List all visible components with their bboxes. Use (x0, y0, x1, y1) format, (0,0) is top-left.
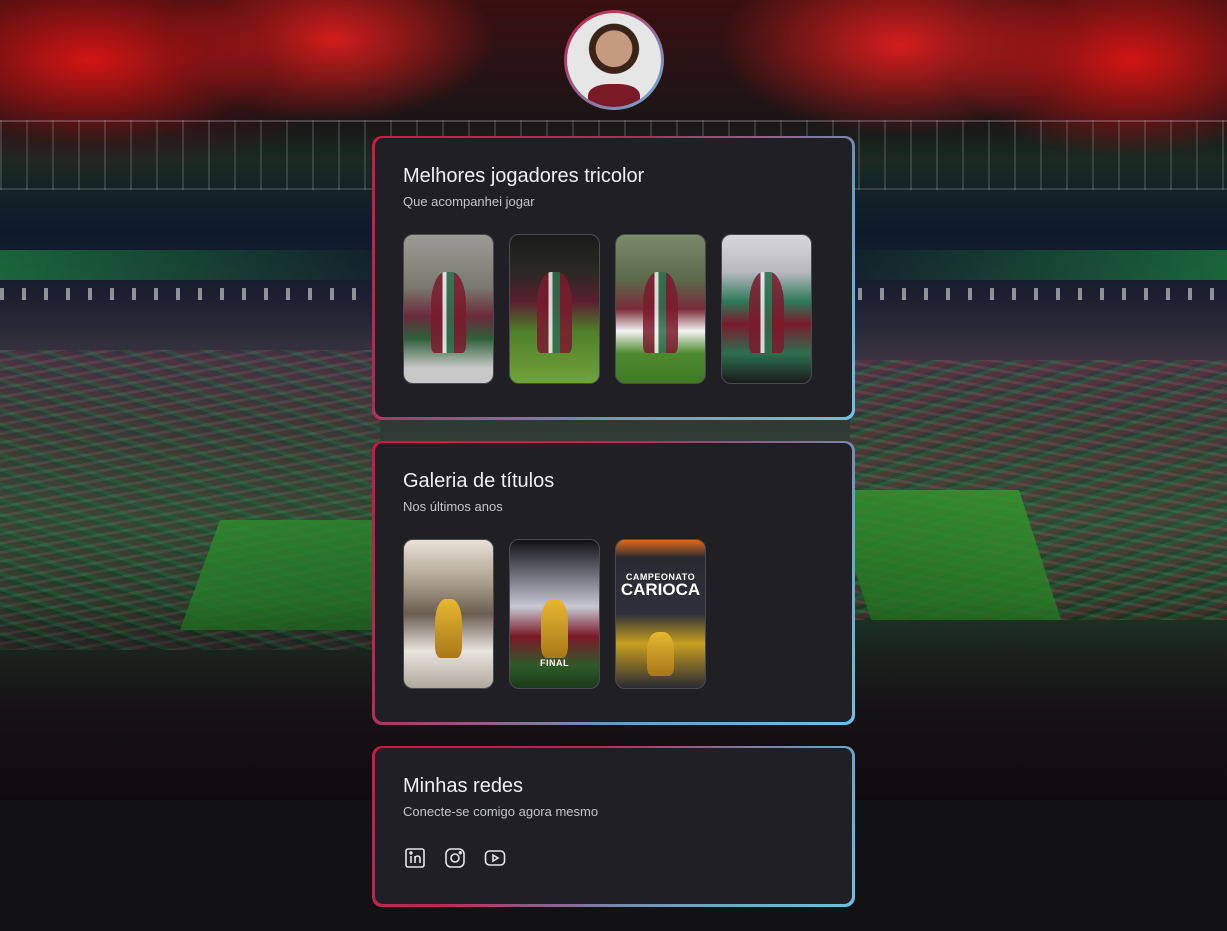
players-card-body: Melhores jogadores tricolor Que acompanh… (375, 138, 852, 417)
titles-gallery: FINAL CAMPEONATO CARIOCA (403, 539, 824, 689)
carioca-label: CARIOCA (620, 580, 701, 599)
trophy-case (435, 599, 462, 659)
socials-card-title: Minhas redes (403, 775, 524, 797)
title-photo-3[interactable]: CAMPEONATO CARIOCA (615, 539, 706, 689)
avatar (564, 10, 664, 110)
social-links (403, 846, 824, 870)
titles-card-title: Galeria de títulos (403, 470, 555, 492)
title-photo-1[interactable] (403, 539, 494, 689)
title-photo-2[interactable]: FINAL (509, 539, 600, 689)
linkedin-icon[interactable] (403, 846, 427, 870)
titles-card-subtitle: Nos últimos anos (403, 499, 503, 514)
socials-card-subtitle: Conecte-se comigo agora mesmo (403, 804, 599, 819)
avatar-photo (567, 13, 661, 107)
players-card-title: Melhores jogadores tricolor (403, 165, 645, 187)
player-photo-4[interactable] (721, 234, 812, 384)
player-figure (430, 272, 467, 354)
player-photo-2[interactable] (509, 234, 600, 384)
trophy-icon (541, 599, 568, 659)
youtube-icon[interactable] (483, 846, 507, 870)
socials-card: Minhas redes Conecte-se comigo agora mes… (372, 746, 855, 907)
players-card: Melhores jogadores tricolor Que acompanh… (372, 136, 855, 420)
player-figure (642, 272, 679, 354)
titles-card: Galeria de títulos Nos últimos anos FINA… (372, 441, 855, 725)
titles-card-body: Galeria de títulos Nos últimos anos FINA… (375, 443, 852, 722)
avatar-shirt (587, 84, 641, 107)
players-card-subtitle: Que acompanhei jogar (403, 194, 535, 209)
player-photo-3[interactable] (615, 234, 706, 384)
players-gallery (403, 234, 824, 384)
player-figure (536, 272, 573, 354)
final-label: FINAL (540, 658, 569, 668)
instagram-icon[interactable] (443, 846, 467, 870)
socials-card-body: Minhas redes Conecte-se comigo agora mes… (375, 748, 852, 904)
player-figure (748, 272, 785, 354)
player-photo-1[interactable] (403, 234, 494, 384)
trophy-icon (647, 631, 674, 677)
